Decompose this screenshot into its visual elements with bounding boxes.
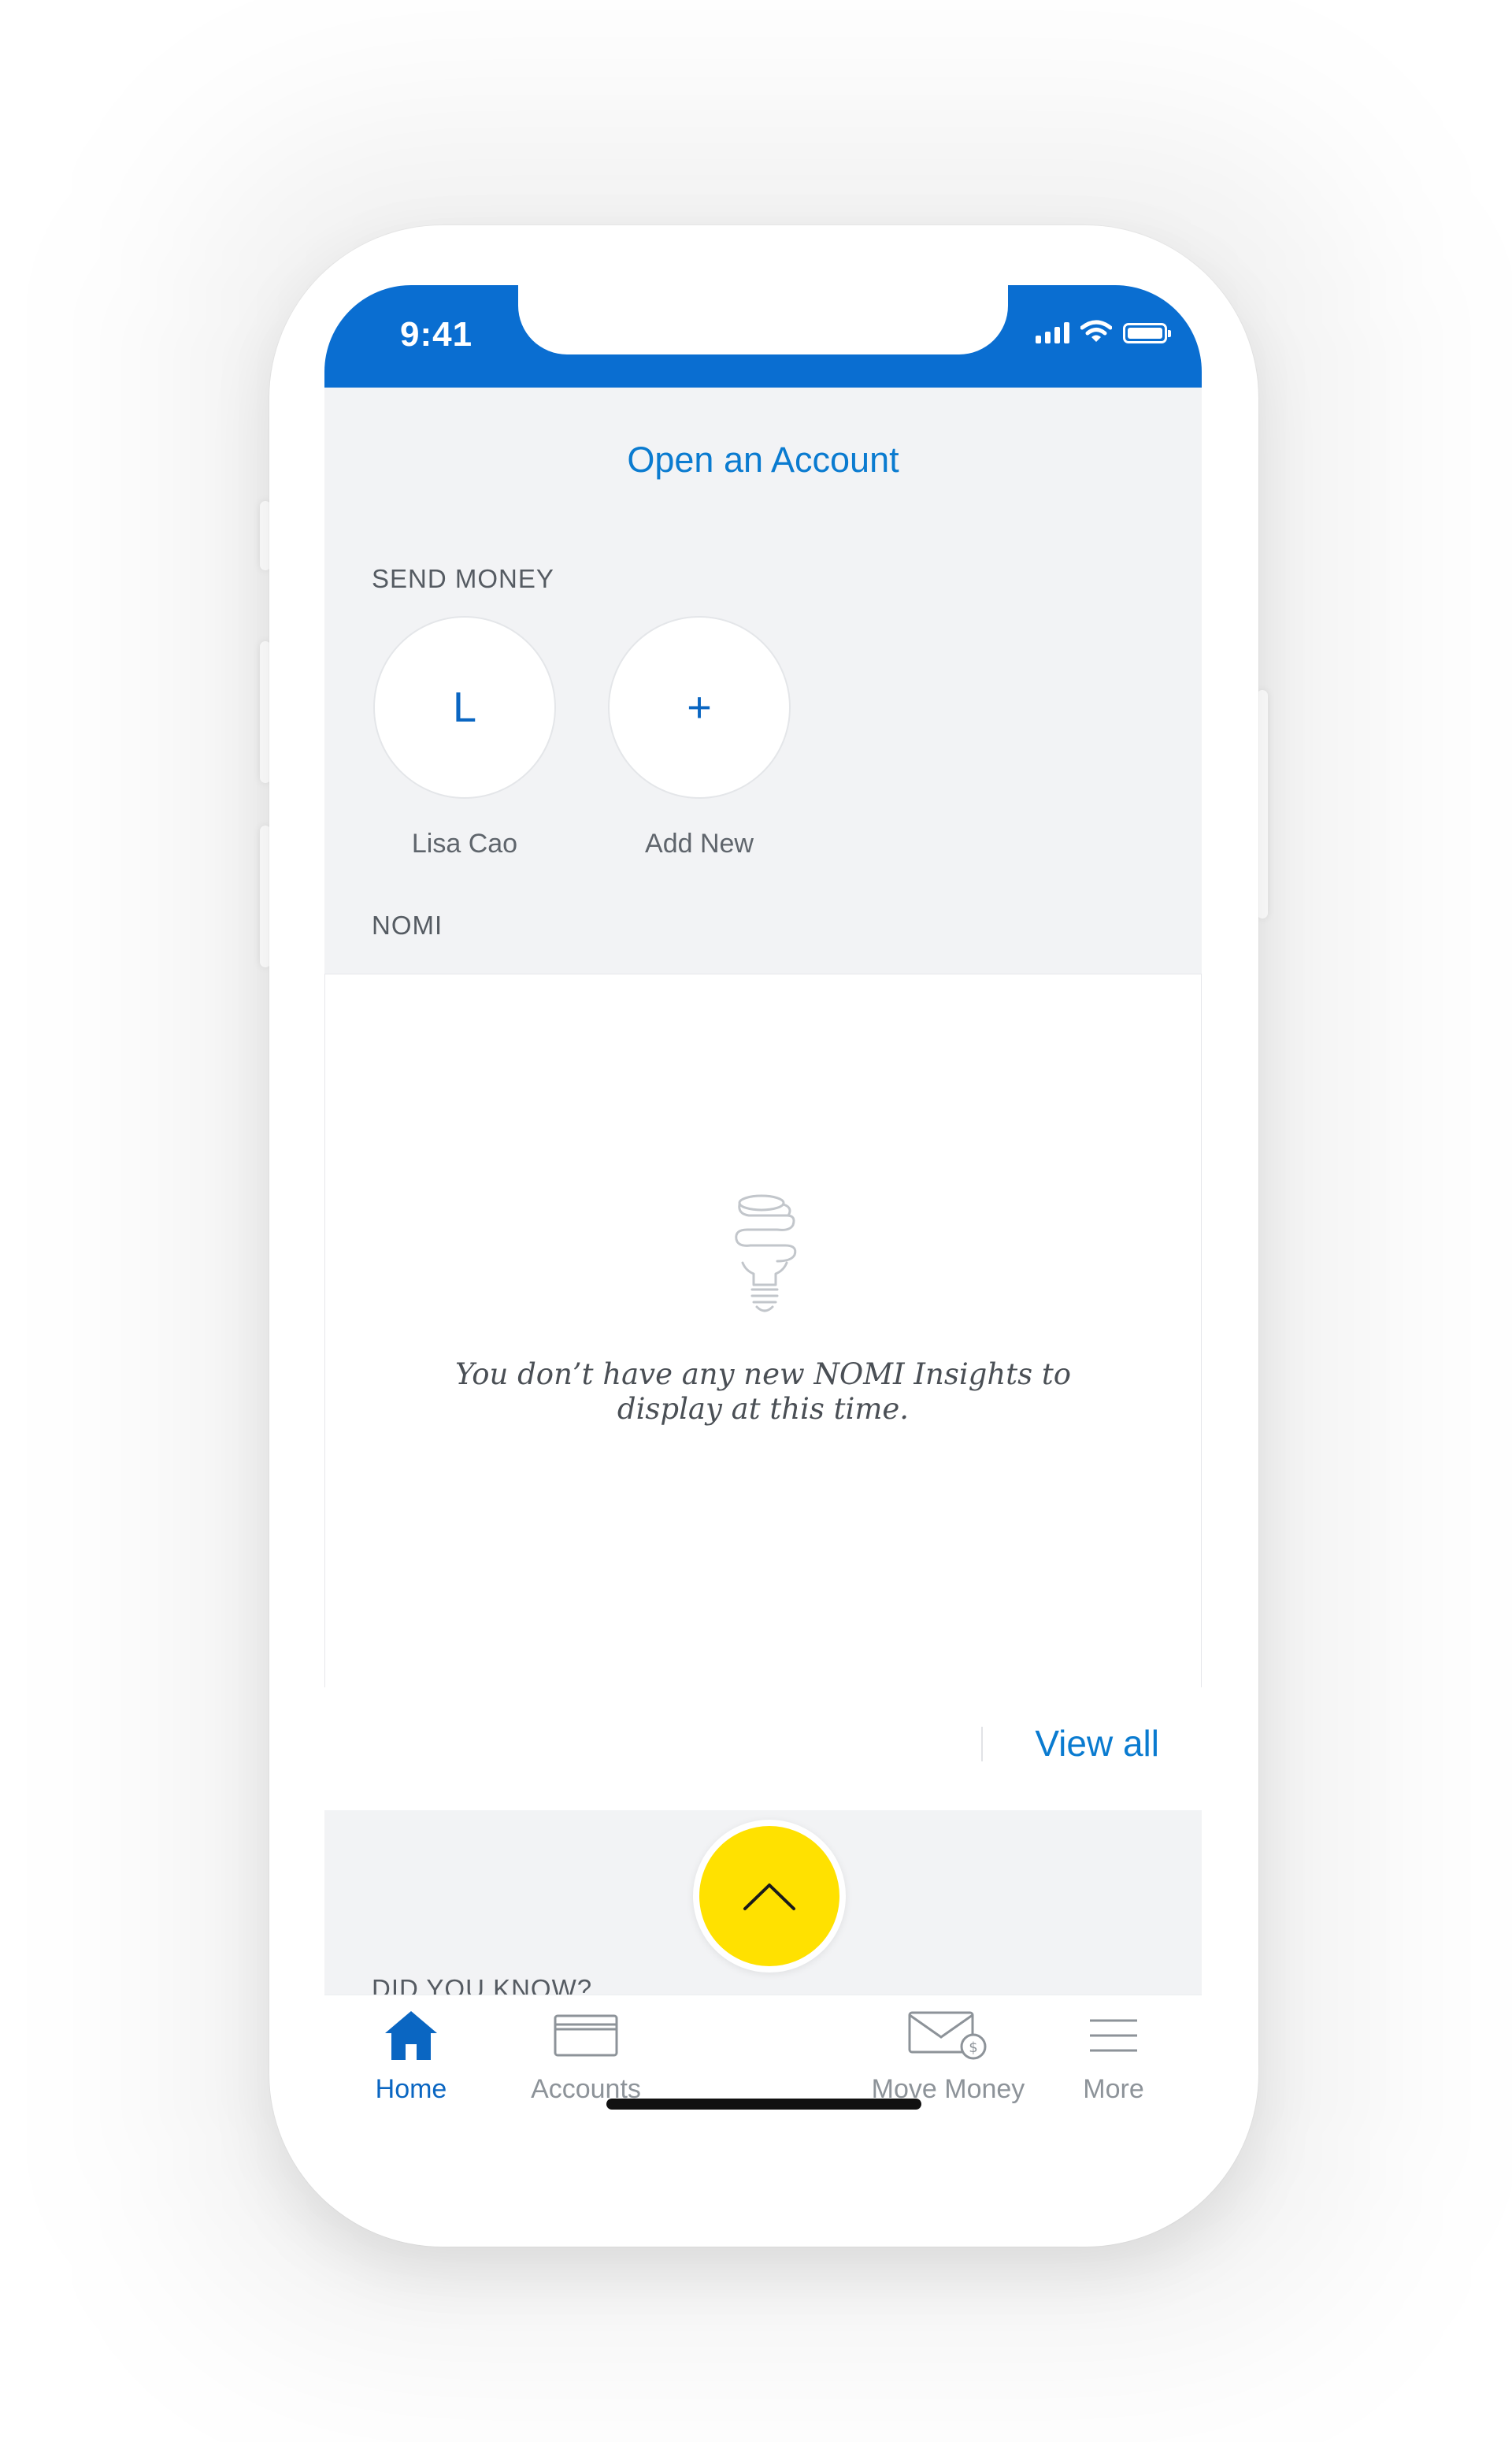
divider <box>981 1727 983 1761</box>
notch <box>518 285 1008 354</box>
add-new-button[interactable]: + <box>608 616 791 799</box>
home-top-section: Open an Account SEND MONEY L Lisa Cao + … <box>324 388 1202 974</box>
tab-more[interactable]: More <box>1035 2006 1192 2105</box>
wifi-icon <box>1080 320 1112 342</box>
tab-home-label: Home <box>375 2074 447 2104</box>
nomi-empty-message: You don’t have any new NOMI Insights to … <box>455 1357 1071 1426</box>
svg-text:$: $ <box>969 2039 977 2056</box>
nomi-insights-card: You don’t have any new NOMI Insights to … <box>324 974 1202 1689</box>
status-bar: 9:41 <box>324 285 1202 388</box>
home-indicator[interactable] <box>606 2099 921 2110</box>
send-money-label: SEND MONEY <box>372 564 554 593</box>
view-all-link[interactable]: View all <box>1035 1722 1159 1765</box>
tab-bar: Home Accounts $ Move Money More <box>324 1995 1202 2136</box>
nomi-label: NOMI <box>372 911 443 940</box>
status-icons <box>1036 320 1171 343</box>
cellular-signal-icon <box>1036 321 1069 343</box>
envelope-dollar-icon: $ <box>908 2011 987 2060</box>
tab-accounts[interactable]: Accounts <box>507 2006 665 2105</box>
card-icon <box>554 2014 618 2057</box>
open-account-link[interactable]: Open an Account <box>324 440 1202 481</box>
tab-move-money[interactable]: $ Move Money <box>854 2006 1043 2105</box>
home-icon <box>385 2011 437 2060</box>
stage: 9:41 Open an Account SEND MONEY L Lisa C… <box>0 0 1512 2442</box>
tab-more-label: More <box>1083 2074 1144 2104</box>
contact-name: Lisa Cao <box>411 829 518 859</box>
tab-home[interactable]: Home <box>332 2006 490 2105</box>
phone-screen: 9:41 Open an Account SEND MONEY L Lisa C… <box>324 285 1202 2136</box>
quick-actions-button[interactable] <box>693 1820 846 1973</box>
contact-add-new[interactable]: + Add New <box>606 616 792 859</box>
view-all-row: View all <box>324 1687 1202 1810</box>
status-time: 9:41 <box>400 315 473 354</box>
chevron-up-icon <box>743 1883 795 1910</box>
power-button <box>1257 690 1268 919</box>
hamburger-icon <box>1090 2019 1137 2052</box>
phone-frame: 9:41 Open an Account SEND MONEY L Lisa C… <box>269 225 1258 2247</box>
lightbulb-icon <box>735 1194 797 1312</box>
add-new-label: Add New <box>645 829 754 859</box>
contact-lisa-cao[interactable]: L Lisa Cao <box>372 616 558 859</box>
battery-icon <box>1123 323 1171 343</box>
contact-avatar[interactable]: L <box>373 616 556 799</box>
